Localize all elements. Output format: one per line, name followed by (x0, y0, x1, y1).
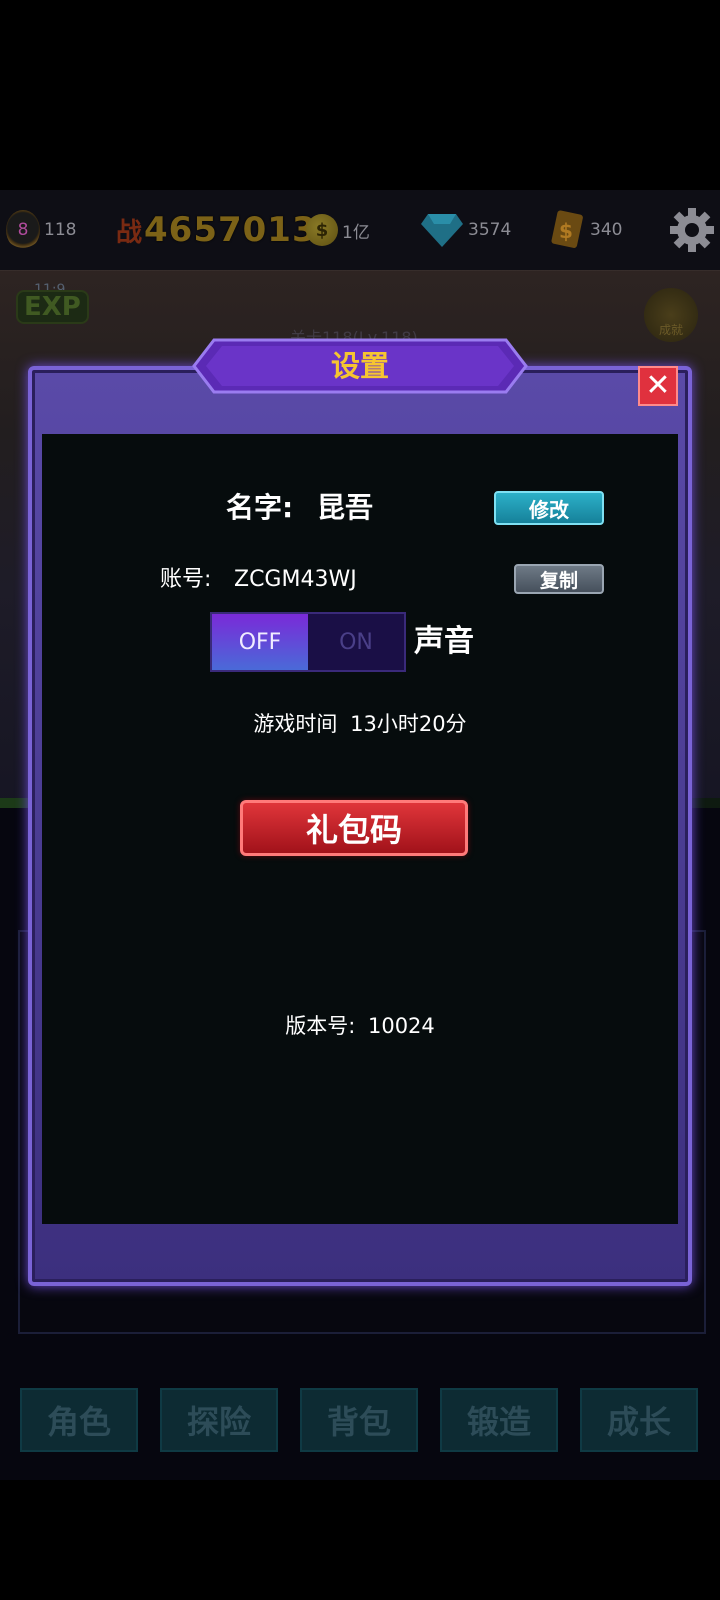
version-value: 10024 (367, 1014, 435, 1038)
diamond-value: 3574 (468, 220, 512, 240)
nav-explore[interactable]: 探险 (160, 1388, 278, 1452)
achievement-button[interactable]: 成就 (644, 288, 698, 342)
gold-value: 1亿 (342, 222, 370, 243)
account-value: ZCGM43WJ (234, 567, 357, 592)
svg-text:$: $ (559, 219, 573, 243)
nav-character[interactable]: 角色 (20, 1388, 138, 1452)
ticket-value: 340 (590, 220, 623, 240)
player-level[interactable]: 8 118 (6, 190, 76, 270)
power-value: 4657013 (144, 210, 317, 250)
level-count: 118 (44, 220, 77, 240)
ticket-display[interactable]: $ 340 (546, 190, 622, 270)
settings-gear-button[interactable] (668, 190, 716, 270)
bottom-nav: 角色 探险 背包 锻造 成长 (20, 1388, 700, 1454)
combat-power: 战 4657013 (116, 190, 317, 270)
version-info: 版本号: 10024 (42, 1010, 678, 1040)
diamond-icon (420, 212, 464, 248)
playtime-value: 13小时20分 (350, 712, 467, 736)
copy-account-button[interactable]: 复制 (514, 564, 604, 594)
sound-toggle[interactable]: OFF ON (210, 612, 406, 672)
game-screen: 8 118 战 4657013 $ 1亿 3574 $ 340 EXP 关卡11… (0, 190, 720, 1480)
diamond-display[interactable]: 3574 (420, 190, 511, 270)
modal-title-bar: 设置 (192, 338, 528, 394)
sound-label: 声音 (414, 624, 474, 659)
level-badge-icon: 8 (6, 210, 40, 250)
nav-backpack[interactable]: 背包 (300, 1388, 418, 1452)
account-row: 账号: ZCGM43WJ 复制 (42, 560, 678, 600)
close-button[interactable]: ✕ (638, 366, 678, 406)
sound-on-option[interactable]: ON (308, 614, 404, 670)
gear-icon (668, 206, 716, 254)
nav-forge[interactable]: 锻造 (440, 1388, 558, 1452)
settings-content: 名字: 昆吾 修改 账号: ZCGM43WJ 复制 OFF ON 声音 游戏时间… (42, 434, 678, 1224)
exp-button[interactable]: EXP (16, 290, 89, 324)
stage-progress-fill (0, 798, 29, 808)
resource-bar: 8 118 战 4657013 $ 1亿 3574 $ 340 (0, 190, 720, 271)
version-label: 版本号: (285, 1014, 356, 1038)
sound-off-option[interactable]: OFF (212, 614, 308, 670)
coin-icon: $ (306, 214, 338, 246)
name-row: 名字: 昆吾 修改 (42, 486, 678, 530)
account-label: 账号: (160, 567, 212, 592)
playtime-label: 游戏时间 (253, 712, 338, 736)
name-value: 昆吾 (317, 491, 374, 524)
name-label: 名字: (226, 491, 294, 524)
playtime: 游戏时间 13小时20分 (42, 708, 678, 738)
edit-name-button[interactable]: 修改 (494, 491, 604, 525)
close-icon: ✕ (645, 368, 671, 403)
gift-code-button[interactable]: 礼包码 (240, 800, 468, 856)
ticket-icon: $ (546, 210, 586, 250)
power-icon: 战 (116, 217, 143, 248)
achievement-label: 成就 (658, 323, 683, 337)
gold-display[interactable]: $ 1亿 (306, 190, 370, 270)
modal-title: 设置 (330, 349, 389, 383)
nav-growth[interactable]: 成长 (580, 1388, 698, 1452)
